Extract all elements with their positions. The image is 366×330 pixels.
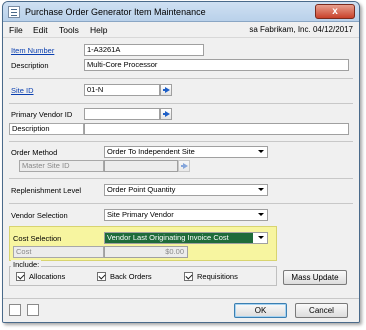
menu-help[interactable]: Help: [90, 25, 107, 35]
vendor-description-label: Description: [9, 123, 84, 135]
maintenance-window: Purchase Order Generator Item Maintenanc…: [2, 1, 360, 323]
back-orders-label: Back Orders: [110, 272, 152, 281]
menu-edit[interactable]: Edit: [33, 25, 48, 35]
ok-button[interactable]: OK: [234, 303, 287, 318]
chevron-down-icon[interactable]: [256, 234, 266, 242]
include-label: Include:: [11, 260, 42, 269]
bottom-bar: OK Cancel: [3, 298, 359, 322]
divider: [9, 203, 353, 204]
order-method-dropdown[interactable]: Order To Independent Site: [104, 146, 268, 158]
master-site-label: Master Site ID: [19, 160, 104, 172]
divider: [9, 178, 353, 179]
primary-vendor-label: Primary Vendor ID: [11, 110, 73, 119]
site-id-lookup-arrow-icon[interactable]: [160, 84, 172, 96]
primary-vendor-field[interactable]: [84, 108, 160, 120]
help-icon[interactable]: [27, 304, 39, 316]
vendor-selection-dropdown[interactable]: Site Primary Vendor: [104, 209, 268, 221]
cost-field: $0.00: [104, 246, 188, 258]
description-label: Description: [11, 61, 49, 70]
cost-selection-dropdown[interactable]: Vendor Last Originating Invoice Cost: [104, 232, 268, 244]
primary-vendor-lookup-arrow-icon[interactable]: [160, 108, 172, 120]
divider: [9, 141, 353, 142]
cost-selection-value: Vendor Last Originating Invoice Cost: [105, 233, 253, 243]
app-icon: [8, 6, 20, 18]
chevron-down-icon[interactable]: [256, 211, 266, 219]
replenishment-level-label: Replenishment Level: [11, 186, 82, 195]
cancel-button[interactable]: Cancel: [295, 303, 348, 318]
note-icon[interactable]: [9, 304, 21, 316]
requisitions-label: Requisitions: [197, 272, 238, 281]
order-method-value: Order To Independent Site: [107, 147, 195, 156]
window-title: Purchase Order Generator Item Maintenanc…: [25, 7, 206, 17]
divider: [9, 103, 353, 104]
vendor-selection-label: Vendor Selection: [11, 211, 68, 220]
company-date-info: sa Fabrikam, Inc. 04/12/2017: [249, 25, 353, 34]
master-site-field: [104, 160, 178, 172]
replenishment-level-dropdown[interactable]: Order Point Quantity: [104, 184, 268, 196]
chevron-down-icon[interactable]: [256, 148, 266, 156]
site-id-link[interactable]: Site ID: [11, 86, 34, 95]
title-bar[interactable]: Purchase Order Generator Item Maintenanc…: [3, 2, 359, 22]
replenishment-level-value: Order Point Quantity: [107, 185, 176, 194]
allocations-checkbox[interactable]: [16, 272, 25, 281]
divider: [9, 78, 353, 79]
menu-bar: File Edit Tools Help sa Fabrikam, Inc. 0…: [3, 22, 359, 38]
requisitions-checkbox[interactable]: [184, 272, 193, 281]
chevron-down-icon[interactable]: [256, 186, 266, 194]
close-button[interactable]: x: [315, 4, 355, 19]
mass-update-button[interactable]: Mass Update: [283, 270, 347, 285]
vendor-selection-value: Site Primary Vendor: [107, 210, 174, 219]
site-id-field[interactable]: 01-N: [84, 84, 160, 96]
cost-selection-label: Cost Selection: [13, 234, 62, 243]
back-orders-checkbox[interactable]: [97, 272, 106, 281]
menu-tools[interactable]: Tools: [59, 25, 79, 35]
vendor-description-field[interactable]: [84, 123, 349, 135]
item-number-field[interactable]: 1-A3261A: [84, 44, 204, 56]
item-number-link[interactable]: Item Number: [11, 46, 54, 55]
master-site-lookup-arrow-icon: [178, 160, 190, 172]
description-field[interactable]: Multi-Core Processor: [84, 59, 349, 71]
cost-label: Cost: [13, 246, 104, 258]
allocations-label: Allocations: [29, 272, 66, 281]
order-method-label: Order Method: [11, 148, 58, 157]
menu-file[interactable]: File: [9, 25, 23, 35]
